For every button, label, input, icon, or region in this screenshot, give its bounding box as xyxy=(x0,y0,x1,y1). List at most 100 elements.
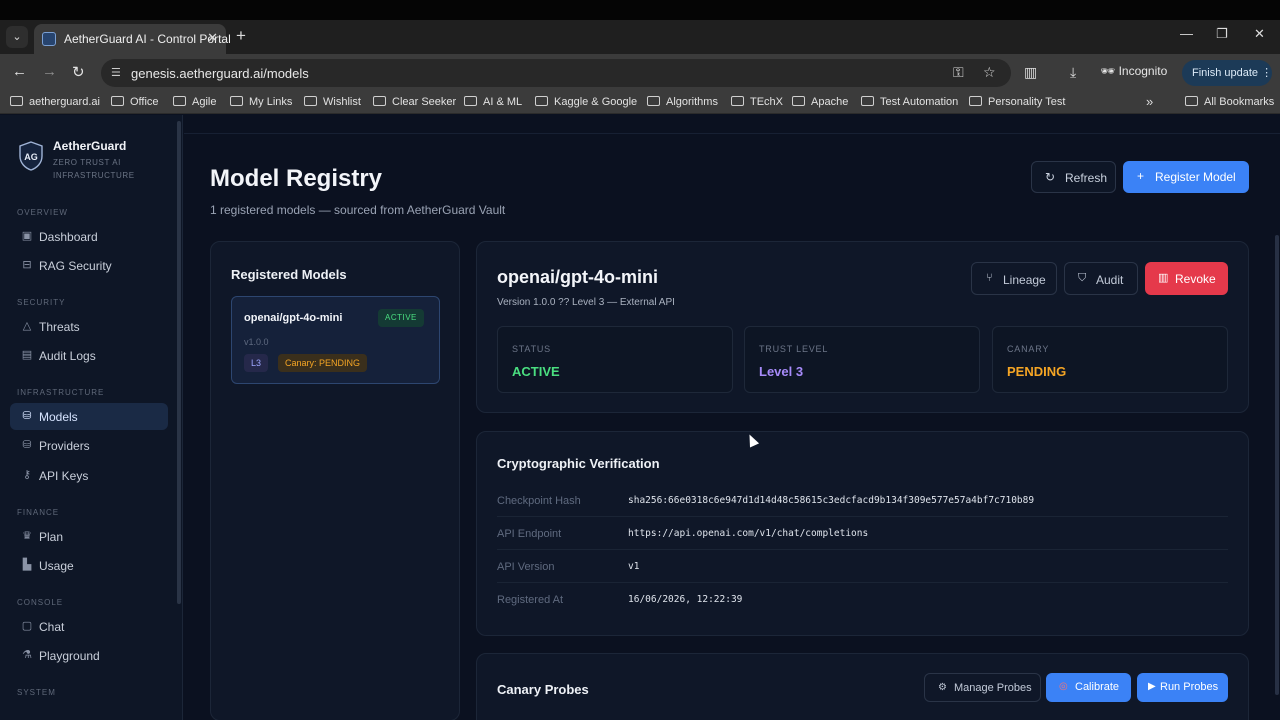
status-card-value: ACTIVE xyxy=(512,364,560,379)
sidebar-item-label: RAG Security xyxy=(39,259,112,273)
manage-probes-button[interactable]: ⚙ Manage Probes xyxy=(924,673,1041,702)
sidebar-item-usage[interactable]: ▙ Usage xyxy=(10,552,168,579)
sidebar-item-threats[interactable]: △ Threats xyxy=(10,313,168,340)
sidebar-item-models[interactable]: ⛁ Models xyxy=(10,403,168,430)
forward-icon[interactable]: → xyxy=(42,63,57,80)
kv-row-registered-at: Registered At 16/06/2026, 12:22:39 xyxy=(497,583,1228,616)
run-probes-button[interactable]: ▶ Run Probes xyxy=(1137,673,1228,702)
page-title: Model Registry xyxy=(210,165,383,192)
aetherguard-logo-icon: AG xyxy=(19,141,43,171)
bookmark-item[interactable]: Clear Seeker xyxy=(373,96,456,108)
all-bookmarks[interactable]: All Bookmarks xyxy=(1185,96,1274,108)
sidebar-item-label: Threats xyxy=(39,320,80,334)
finish-update-button[interactable]: Finish update ⋮ xyxy=(1182,60,1272,86)
section-overview: OVERVIEW xyxy=(17,208,68,217)
minimize-icon[interactable]: — xyxy=(1180,26,1193,41)
section-finance: FINANCE xyxy=(17,508,60,517)
sidebar-item-label: Chat xyxy=(39,620,65,634)
folder-icon xyxy=(230,96,243,106)
bookmark-item[interactable]: Test Automation xyxy=(861,96,958,108)
section-console: CONSOLE xyxy=(17,598,64,607)
sidebar-scrollbar[interactable] xyxy=(177,121,181,604)
tab-title: AetherGuard AI - Control Portal xyxy=(64,32,231,46)
password-key-icon[interactable]: ⚿ xyxy=(953,64,964,81)
url-text[interactable]: genesis.aetherguard.ai/models xyxy=(131,66,309,81)
register-model-button[interactable]: + Register Model xyxy=(1123,161,1249,193)
bookmark-item[interactable]: My Links xyxy=(230,96,292,108)
browser-tab[interactable]: AetherGuard AI - Control Portal ✕ xyxy=(34,24,231,54)
bookmark-item[interactable]: Kaggle & Google xyxy=(535,96,637,108)
revoke-label: Revoke xyxy=(1175,272,1216,286)
refresh-label: Refresh xyxy=(1065,171,1108,185)
tab-search-button[interactable]: ⌄ xyxy=(6,26,28,48)
sidebar-item-label: API Keys xyxy=(39,469,89,483)
restore-icon[interactable]: ❐ xyxy=(1216,26,1228,42)
sidebar-item-dashboard[interactable]: ▣ Dashboard xyxy=(10,223,168,250)
bookmark-item[interactable]: aetherguard.ai xyxy=(10,96,100,108)
bookmark-item[interactable]: Apache xyxy=(792,96,848,108)
bookmark-item[interactable]: AI & ML xyxy=(464,96,522,108)
status-card: STATUS ACTIVE xyxy=(497,326,733,393)
sidebar-item-chat[interactable]: ▢ Chat xyxy=(10,613,168,640)
refresh-button[interactable]: ↻ Refresh xyxy=(1031,161,1116,193)
sidebar-item-api-keys[interactable]: ⚷ API Keys xyxy=(10,462,168,489)
main-content: Model Registry 1 registered models — sou… xyxy=(184,115,1280,720)
bookmark-item[interactable]: Algorithms xyxy=(647,96,718,108)
flask-icon: ⚗ xyxy=(22,649,32,661)
sidebar-item-label: Audit Logs xyxy=(39,349,96,363)
tab-close-icon[interactable]: ✕ xyxy=(207,30,218,46)
run-probes-label: Run Probes xyxy=(1160,681,1219,693)
kv-value: 16/06/2026, 12:22:39 xyxy=(628,594,743,605)
lineage-button[interactable]: ⑂ Lineage xyxy=(971,262,1057,295)
bookmark-item[interactable]: TEchX xyxy=(731,96,783,108)
sidebar-item-plan[interactable]: ♛ Plan xyxy=(10,523,168,550)
revoke-button[interactable]: ▥ Revoke xyxy=(1145,262,1228,295)
sidebar-item-label: Providers xyxy=(39,439,90,453)
kv-row-checkpoint-hash: Checkpoint Hash sha256:66e0318c6e947d1d1… xyxy=(497,484,1228,517)
lineage-label: Lineage xyxy=(1003,273,1046,287)
bookmark-item[interactable]: Agile xyxy=(173,96,216,108)
reading-mode-icon[interactable]: ▥ xyxy=(1024,64,1037,81)
sidebar-item-label: Plan xyxy=(39,530,64,544)
model-card[interactable]: openai/gpt-4o-mini ACTIVE v1.0.0 L3 Cana… xyxy=(231,296,440,384)
kv-key: API Endpoint xyxy=(497,528,562,540)
address-bar[interactable]: ☰ genesis.aetherguard.ai/models ⚿ ☆ xyxy=(101,59,1011,87)
folder-icon xyxy=(373,96,386,106)
more-bookmarks-icon[interactable]: » xyxy=(1146,94,1153,109)
close-window-icon[interactable]: ✕ xyxy=(1254,26,1265,42)
bookmark-item[interactable]: Personality Test xyxy=(969,96,1065,108)
warning-triangle-icon: △ xyxy=(22,320,32,332)
sidebar-item-audit-logs[interactable]: ▤ Audit Logs xyxy=(10,342,168,369)
window-top-strip xyxy=(0,0,1280,20)
sidebar-item-rag-security[interactable]: ⊟ RAG Security xyxy=(10,252,168,279)
folder-icon xyxy=(731,96,744,106)
sidebar-item-playground[interactable]: ⚗ Playground xyxy=(10,642,168,669)
trust-level-card-label: TRUST LEVEL xyxy=(759,344,829,354)
folder-icon xyxy=(647,96,660,106)
folder-icon xyxy=(969,96,982,106)
back-icon[interactable]: ← xyxy=(12,63,27,80)
download-icon[interactable]: ⤓ xyxy=(1070,64,1076,81)
brand-tagline: ZERO TRUST AI INFRASTRUCTURE xyxy=(53,158,135,180)
brand-name: AetherGuard xyxy=(53,139,127,153)
incognito-indicator[interactable]: 🕶 Incognito xyxy=(1100,64,1167,78)
site-info-icon[interactable]: ☰ xyxy=(111,66,121,79)
folder-icon xyxy=(535,96,548,106)
reload-icon[interactable]: ↻ xyxy=(72,63,85,81)
sidebar-item-providers[interactable]: ⛁ Providers xyxy=(10,432,168,459)
finish-update-label: Finish update xyxy=(1192,67,1259,79)
model-detail-name: openai/gpt-4o-mini xyxy=(497,267,658,287)
incognito-label: Incognito xyxy=(1118,64,1168,78)
audit-button[interactable]: ⛉ Audit xyxy=(1064,262,1138,295)
bookmark-item[interactable]: Wishlist xyxy=(304,96,361,108)
sidebar-item-label: Dashboard xyxy=(39,230,98,244)
chat-bubble-icon: ▢ xyxy=(21,620,33,632)
key-icon: ⚷ xyxy=(22,469,32,481)
model-version: v1.0.0 xyxy=(244,337,269,347)
calibrate-button[interactable]: ◎ Calibrate xyxy=(1046,673,1131,702)
kv-value: https://api.openai.com/v1/chat/completio… xyxy=(628,528,869,539)
new-tab-button[interactable]: + xyxy=(236,26,246,46)
bookmark-star-icon[interactable]: ☆ xyxy=(983,64,996,81)
bookmark-item[interactable]: Office xyxy=(111,96,159,108)
page-scrollbar[interactable] xyxy=(1275,235,1279,695)
